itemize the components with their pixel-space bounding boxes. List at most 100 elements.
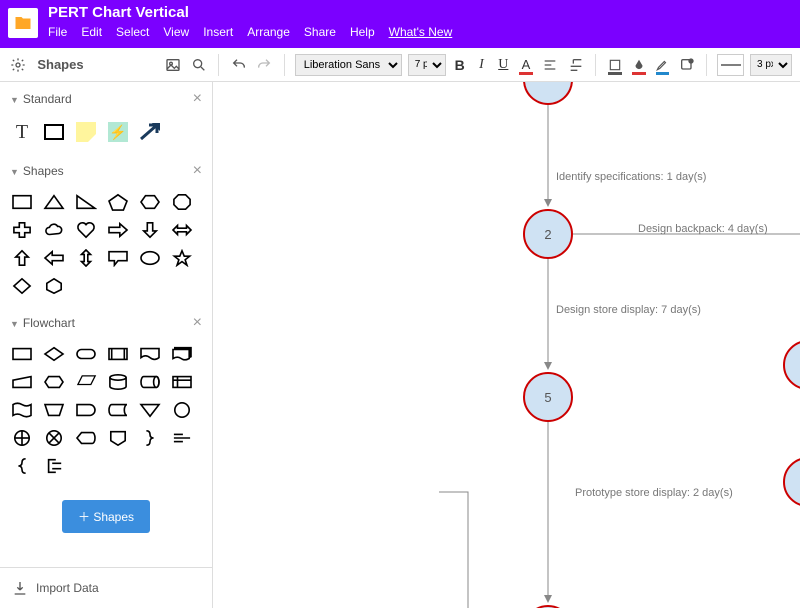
menu-edit[interactable]: Edit xyxy=(81,25,102,39)
shape-arrow-double-v[interactable] xyxy=(74,248,98,268)
chevron-down-icon: ▼ xyxy=(10,95,19,105)
menu-insert[interactable]: Insert xyxy=(203,25,233,39)
close-icon[interactable]: × xyxy=(193,90,202,108)
menu-arrange[interactable]: Arrange xyxy=(247,25,290,39)
shape-diamond[interactable] xyxy=(10,276,34,296)
shape-triangle[interactable] xyxy=(42,192,66,212)
panel-flowchart-header[interactable]: ▼Flowchart × xyxy=(0,306,212,340)
shapes-toggle[interactable]: Shapes xyxy=(37,57,83,72)
shape-arrow-double-h[interactable] xyxy=(170,220,194,240)
font-family-select[interactable]: Liberation Sans xyxy=(295,54,402,76)
edge-label[interactable]: Design store display: 7 day(s) xyxy=(556,304,701,316)
shape-ellipse[interactable] xyxy=(138,248,162,268)
shape-polygon[interactable] xyxy=(42,276,66,296)
edge-label[interactable]: Prototype store display: 2 day(s) xyxy=(575,487,733,499)
panel-shapes-header[interactable]: ▼Shapes × xyxy=(0,154,212,188)
shape-arrow-down[interactable] xyxy=(138,220,162,240)
menu-view[interactable]: View xyxy=(163,25,189,39)
fc-internal[interactable] xyxy=(170,372,194,392)
fc-or[interactable] xyxy=(10,428,34,448)
app-logo[interactable] xyxy=(8,8,38,38)
shape-hexagon[interactable] xyxy=(138,192,162,212)
edge-label[interactable]: Identify specifications: 1 day(s) xyxy=(556,171,706,183)
shape-arrow-right[interactable] xyxy=(106,220,130,240)
fill-color-button[interactable] xyxy=(606,55,624,75)
sticky-note-tool[interactable] xyxy=(74,120,98,144)
menu-file[interactable]: File xyxy=(48,25,67,39)
fc-brace-right[interactable] xyxy=(138,428,162,448)
diagram-node[interactable]: 2 xyxy=(523,209,573,259)
shape-arrow-left[interactable] xyxy=(42,248,66,268)
text-color-button[interactable]: A xyxy=(517,55,535,75)
fc-manual-input[interactable] xyxy=(10,372,34,392)
fc-direct-data[interactable] xyxy=(138,372,162,392)
shape-star[interactable] xyxy=(170,248,194,268)
fc-brace-left[interactable] xyxy=(10,456,34,476)
fc-offpage[interactable] xyxy=(106,428,130,448)
close-icon[interactable]: × xyxy=(193,314,202,332)
fc-connector[interactable] xyxy=(170,400,194,420)
menu-select[interactable]: Select xyxy=(116,25,149,39)
align-icon[interactable] xyxy=(541,54,560,76)
line-color-button[interactable] xyxy=(630,55,648,75)
undo-icon[interactable] xyxy=(229,54,248,76)
search-icon[interactable] xyxy=(189,54,208,76)
shape-right-triangle[interactable] xyxy=(74,192,98,212)
fc-card[interactable] xyxy=(10,400,34,420)
menu-share[interactable]: Share xyxy=(304,25,336,39)
bolt-tool[interactable]: ⚡ xyxy=(106,120,130,144)
line-width-select[interactable]: 3 px xyxy=(750,54,792,76)
fc-process[interactable] xyxy=(10,344,34,364)
bold-button[interactable]: B xyxy=(452,57,468,73)
add-shapes-button[interactable]: ＋ Shapes xyxy=(62,500,150,533)
fc-merge[interactable] xyxy=(138,400,162,420)
text-tool[interactable]: T xyxy=(10,120,34,144)
text-format-icon[interactable] xyxy=(566,54,585,76)
italic-button[interactable]: I xyxy=(474,57,490,73)
shape-style-icon[interactable] xyxy=(677,54,696,76)
edge-label[interactable]: Design backpack: 4 day(s) xyxy=(638,223,768,235)
shape-cloud[interactable] xyxy=(42,220,66,240)
menu-help[interactable]: Help xyxy=(350,25,375,39)
line-style-select[interactable] xyxy=(717,54,744,76)
fc-delay[interactable] xyxy=(74,400,98,420)
fc-manual-op[interactable] xyxy=(42,400,66,420)
arrow-tool[interactable] xyxy=(138,120,162,144)
fc-data[interactable] xyxy=(74,372,98,392)
fc-stored[interactable] xyxy=(106,400,130,420)
redo-icon[interactable] xyxy=(255,54,274,76)
close-icon[interactable]: × xyxy=(193,162,202,180)
rect-tool[interactable] xyxy=(42,120,66,144)
fc-document[interactable] xyxy=(138,344,162,364)
fc-database[interactable] xyxy=(106,372,130,392)
shape-pentagon[interactable] xyxy=(106,192,130,212)
diagram-node[interactable]: 5 xyxy=(523,372,573,422)
fc-note-lines[interactable] xyxy=(170,428,194,448)
import-data-button[interactable]: Import Data xyxy=(0,567,212,608)
document-title[interactable]: PERT Chart Vertical xyxy=(48,4,452,21)
gear-icon[interactable] xyxy=(8,54,27,76)
menu-whats-new[interactable]: What's New xyxy=(389,25,453,39)
edges-layer xyxy=(213,82,800,608)
shape-heart[interactable] xyxy=(74,220,98,240)
canvas[interactable]: 2 3 5 6 8 9 Identify specifications: 1 d… xyxy=(213,82,800,608)
shape-callout[interactable] xyxy=(106,248,130,268)
fc-preparation[interactable] xyxy=(42,372,66,392)
shape-rectangle[interactable] xyxy=(10,192,34,212)
fc-predefined[interactable] xyxy=(106,344,130,364)
image-icon[interactable] xyxy=(164,54,183,76)
fc-multidoc[interactable] xyxy=(170,344,194,364)
shape-arrow-up[interactable] xyxy=(10,248,34,268)
shape-octagon[interactable] xyxy=(170,192,194,212)
fc-terminator[interactable] xyxy=(74,344,98,364)
shape-cross[interactable] xyxy=(10,220,34,240)
fc-sum[interactable] xyxy=(42,428,66,448)
panel-standard-header[interactable]: ▼Standard × xyxy=(0,82,212,116)
fc-decision[interactable] xyxy=(42,344,66,364)
fc-annotation[interactable] xyxy=(42,456,66,476)
fc-display[interactable] xyxy=(74,428,98,448)
toolbar: Shapes Liberation Sans 7 pt B I U A 3 px xyxy=(0,48,800,82)
marker-color-button[interactable] xyxy=(654,55,672,75)
underline-button[interactable]: U xyxy=(495,57,511,73)
font-size-select[interactable]: 7 pt xyxy=(408,54,446,76)
